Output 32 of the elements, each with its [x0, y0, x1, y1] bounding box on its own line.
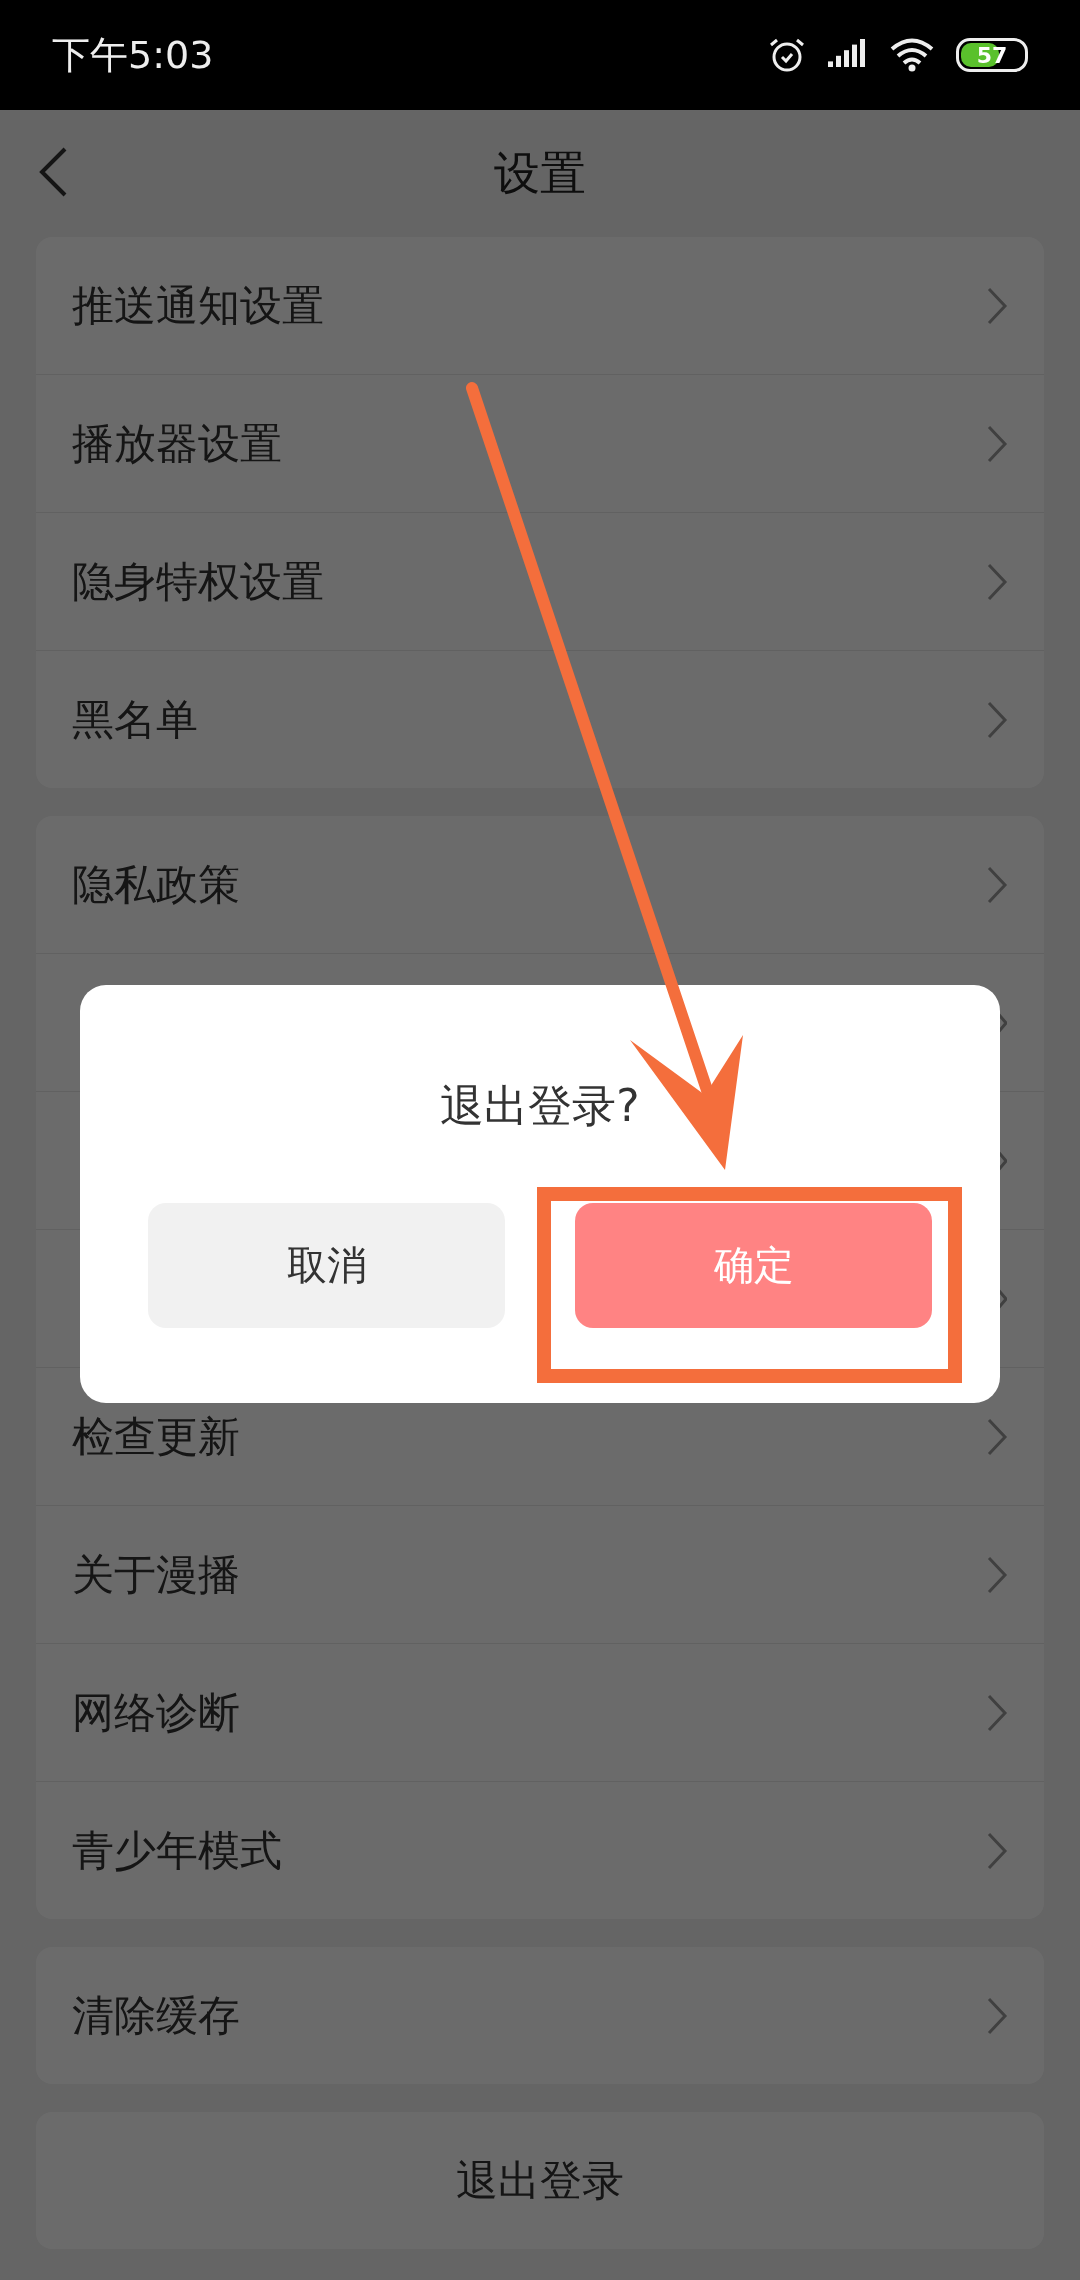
settings-item[interactable]: 网络诊断 [72, 1684, 986, 1741]
chevron-icon [986, 561, 1008, 602]
settings-item[interactable]: 关于漫播 [72, 1546, 986, 1603]
chevron-icon [986, 1554, 1008, 1595]
chevron-icon [986, 1995, 1008, 2036]
settings-item[interactable]: 青少年模式 [72, 1822, 986, 1879]
chevron-icon [986, 1416, 1008, 1457]
settings-item[interactable]: 推送通知设置 [72, 277, 986, 334]
chevron-icon [986, 699, 1008, 740]
dialog-title: 退出登录? [440, 1079, 640, 1133]
settings-item[interactable]: 清除缓存 [72, 1987, 986, 2044]
chevron-icon [986, 285, 1008, 326]
chevron-icon [986, 1692, 1008, 1733]
confirm-button[interactable]: 确定 [575, 1203, 932, 1328]
chevron-icon [986, 1830, 1008, 1871]
settings-item[interactable]: 隐身特权设置 [72, 553, 986, 610]
settings-item[interactable]: 播放器设置 [72, 415, 986, 472]
chevron-icon [998, 1150, 1007, 1171]
wifi-icon [890, 38, 934, 72]
chevron-icon [998, 1288, 1007, 1309]
logout-button[interactable]: 退出登录 [36, 2112, 1044, 2249]
status-time: 下午5:03 [52, 31, 215, 79]
settings-item[interactable]: 黑名单 [72, 691, 986, 748]
alarm-icon [768, 37, 806, 73]
chevron-icon [986, 864, 1008, 905]
chevron-icon [998, 1012, 1007, 1033]
page-title: 设置 [494, 144, 586, 202]
cancel-button[interactable]: 取消 [148, 1203, 505, 1328]
settings-item[interactable]: 隐私政策 [72, 856, 986, 913]
chevron-icon [986, 423, 1008, 464]
back-icon[interactable] [38, 146, 68, 198]
settings-item[interactable]: 检查更新 [72, 1408, 986, 1465]
